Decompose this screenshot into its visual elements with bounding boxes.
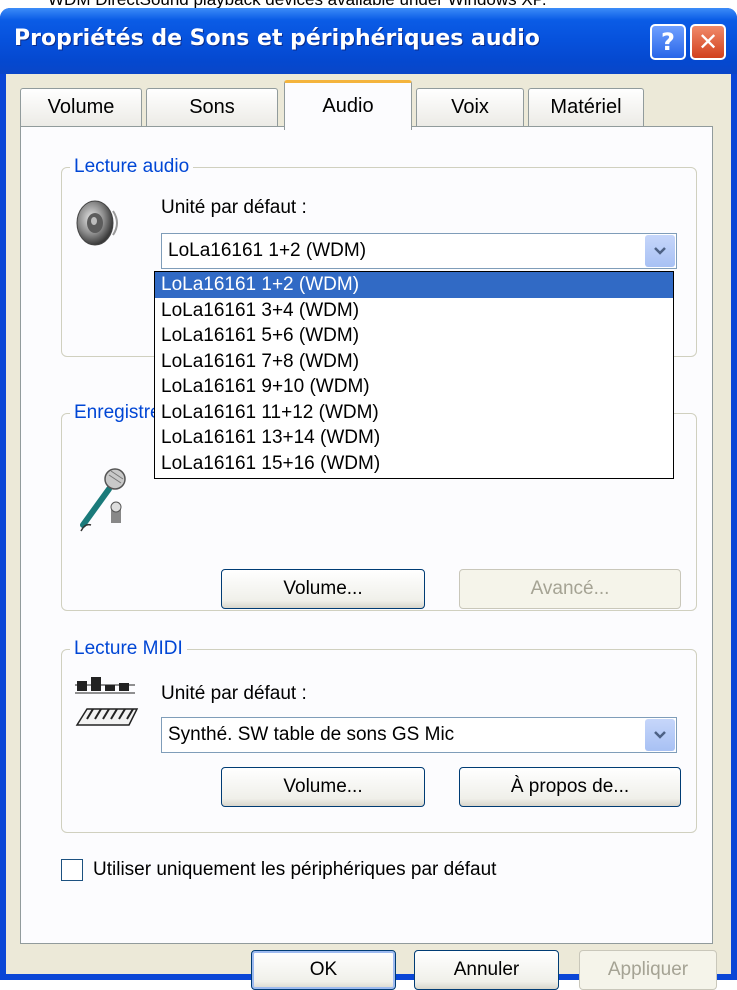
midi-volume-button[interactable]: Volume... [221, 767, 425, 807]
midi-group-label: Lecture MIDI [70, 638, 187, 660]
cancel-button-label: Annuler [453, 959, 520, 980]
recording-volume-button[interactable]: Volume... [221, 569, 425, 609]
window-title: Propriétés de Sons et périphériques audi… [14, 26, 540, 51]
audio-device-select[interactable]: LoLa16161 1+2 (WDM) [161, 233, 677, 269]
tab-audio[interactable]: Audio [284, 80, 412, 130]
chevron-down-icon[interactable] [645, 235, 675, 267]
speaker-icon [76, 200, 118, 246]
midi-device-select[interactable]: Synthé. SW table de sons GS Mic [161, 717, 677, 753]
dropdown-option[interactable]: LoLa16161 9+10 (WDM) [155, 374, 673, 400]
caption: WDM DirectSound playback devices availab… [0, 0, 737, 8]
ok-button[interactable]: OK [251, 950, 396, 990]
help-button[interactable]: ? [650, 24, 686, 60]
default-only-checkbox[interactable] [61, 859, 83, 881]
midi-about-button[interactable]: À propos de... [459, 767, 681, 807]
tab-volume[interactable]: Volume [20, 88, 142, 126]
dropdown-option[interactable]: LoLa16161 3+4 (WDM) [155, 298, 673, 324]
dialog-window: Propriétés de Sons et périphériques audi… [0, 8, 737, 990]
default-only-checkbox-label[interactable]: Utiliser uniquement les périphériques pa… [93, 859, 496, 881]
title-bar[interactable]: Propriétés de Sons et périphériques audi… [0, 8, 737, 74]
close-button[interactable]: ✕ [690, 24, 726, 60]
dropdown-option[interactable]: LoLa16161 15+16 (WDM) [155, 451, 673, 477]
recording-advanced-button-label: Avancé... [530, 578, 610, 599]
tab-sons[interactable]: Sons [146, 88, 278, 126]
audio-default-device-label: Unité par défaut : [161, 197, 307, 218]
dropdown-option[interactable]: LoLa16161 7+8 (WDM) [155, 349, 673, 375]
audio-device-dropdown-list[interactable]: LoLa16161 1+2 (WDM) LoLa16161 3+4 (WDM) … [154, 271, 674, 479]
microphone-icon [80, 468, 126, 532]
cancel-button[interactable]: Annuler [414, 950, 559, 990]
recording-volume-button-label: Volume... [283, 578, 363, 599]
audio-device-select-value: LoLa16161 1+2 (WDM) [168, 240, 367, 261]
close-icon: ✕ [697, 28, 719, 56]
midi-about-button-label: À propos de... [510, 776, 630, 797]
audio-playback-group-label: Lecture audio [70, 156, 194, 178]
tab-materiel[interactable]: Matériel [528, 88, 644, 126]
dialog-client-area: Volume Sons Audio Voix Matériel Lecture … [6, 74, 731, 990]
tab-label: Voix [451, 96, 489, 118]
help-icon: ? [661, 28, 675, 56]
dropdown-option[interactable]: LoLa16161 11+12 (WDM) [155, 400, 673, 426]
recording-advanced-button[interactable]: Avancé... [459, 569, 681, 609]
tab-label: Volume [47, 96, 115, 118]
midi-default-device-label: Unité par défaut : [161, 683, 307, 704]
tab-voix[interactable]: Voix [416, 88, 524, 126]
dropdown-option[interactable]: LoLa16161 1+2 (WDM) [155, 272, 673, 298]
dropdown-option[interactable]: LoLa16161 13+14 (WDM) [155, 425, 673, 451]
ok-button-label: OK [309, 959, 338, 980]
tab-label: Matériel [550, 96, 622, 118]
tab-label: Audio [322, 95, 374, 117]
dropdown-option[interactable]: LoLa16161 5+6 (WDM) [155, 323, 673, 349]
tab-panel-audio: Lecture audio Unité par défaut : LoLa161… [20, 126, 713, 944]
midi-keyboard-icon [75, 677, 139, 726]
midi-volume-button-label: Volume... [283, 776, 363, 797]
chevron-down-icon[interactable] [645, 719, 675, 751]
apply-button[interactable]: Appliquer [579, 950, 717, 990]
apply-button-label: Appliquer [607, 959, 689, 980]
tab-label: Sons [189, 96, 235, 118]
midi-device-select-value: Synthé. SW table de sons GS Mic [168, 724, 455, 745]
